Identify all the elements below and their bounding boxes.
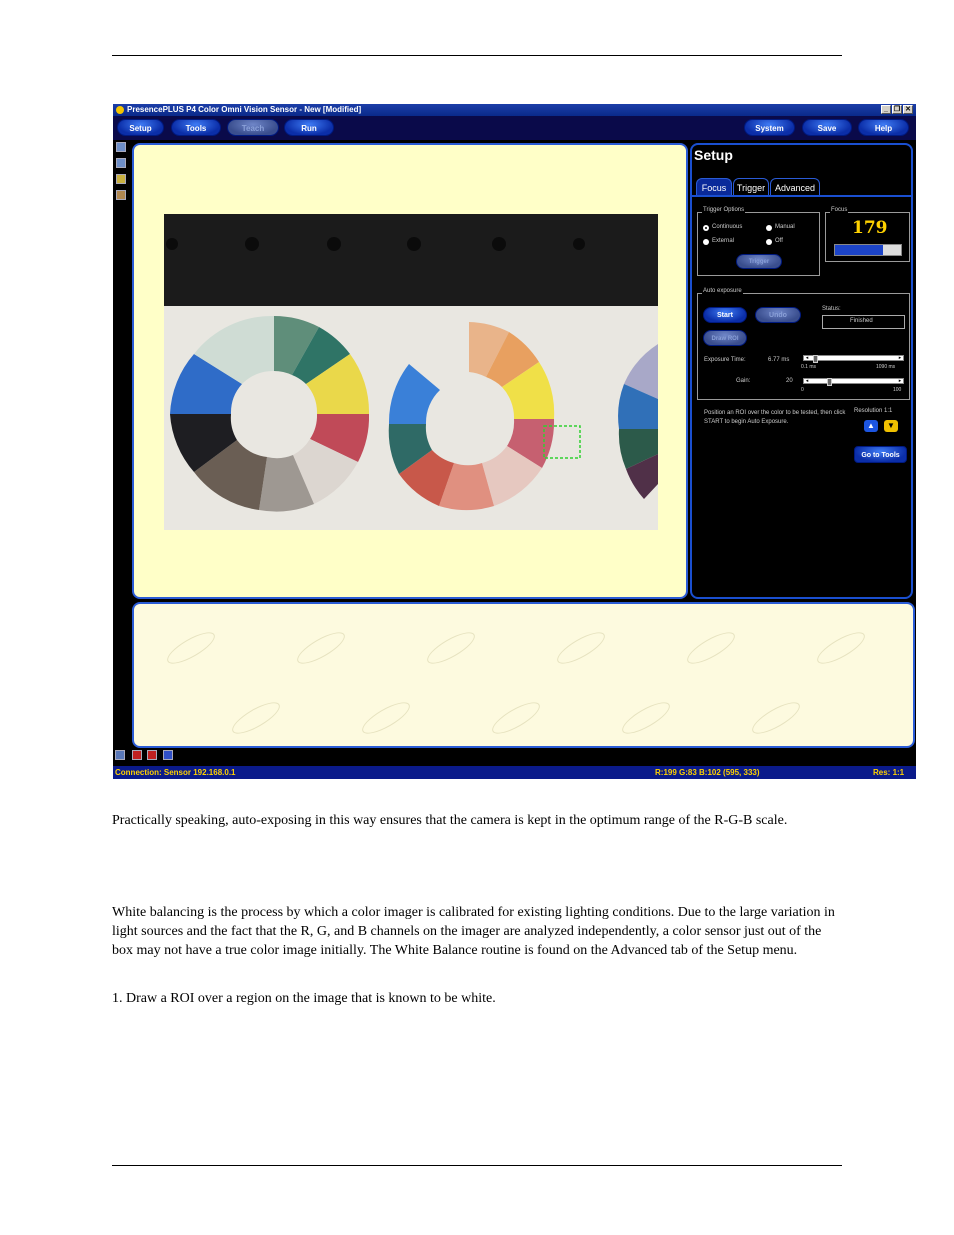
results-panel [132,602,915,748]
watermark-logo [748,696,804,740]
watermark-logo [293,626,349,670]
app-logo-icon [116,106,124,114]
help-button[interactable]: Help [858,119,909,136]
exposure-time-value: 6.77 ms [768,357,790,363]
auto-exposure-label: Auto exposure [702,288,743,294]
palette-icon[interactable] [116,190,126,200]
gain-label: Gain: [736,378,751,384]
instruction-text: Position an ROI over the color to be tes… [704,410,846,425]
bottom-toolbar [115,750,185,762]
paragraph-white-balance: White balancing is the process by which … [112,905,835,958]
gain-thumb[interactable] [826,378,832,386]
trigger-options-group: Trigger Options Continuous Manual Extern… [697,207,820,276]
footer-rule [112,1165,842,1166]
watermark-logo [683,626,739,670]
status-field: Finished [822,315,905,329]
radio-continuous[interactable] [703,225,709,231]
exposure-max: 1090 ms [876,364,896,370]
radio-off[interactable] [766,239,772,245]
watermark-logo [228,696,284,740]
watermark-logo [618,696,674,740]
watermark-logo [358,696,414,740]
exposure-left-arrow[interactable]: ◂ [804,356,810,361]
close-button[interactable]: ✕ [903,105,913,114]
watermark-logo [163,626,219,670]
focus-label: Focus [830,207,849,213]
system-button[interactable]: System [744,119,795,136]
setup-header: Setup [694,147,733,163]
auto-exposure-group: Auto exposure Start Undo Draw ROI Status… [697,288,910,400]
window-title: PresencePLUS P4 Color Omni Vision Sensor… [127,105,362,114]
settings-icon[interactable] [115,750,125,760]
maximize-button[interactable]: ❐ [892,105,902,114]
resolution-down-button[interactable]: ▼ [884,420,898,432]
app-window: PresencePLUS P4 Color Omni Vision Sensor… [113,104,916,779]
gain-value: 20 [786,378,793,384]
zoom-icon[interactable] [116,142,126,152]
continuous-label: Continuous [712,224,743,230]
off-label: Off [775,238,783,244]
focus-value: 179 [852,218,888,238]
status-label: Status: [822,306,841,312]
title-bar: PresencePLUS P4 Color Omni Vision Sensor… [113,104,916,116]
image-panel [132,143,688,599]
watermark-logo [488,696,544,740]
tab-underline [692,195,911,197]
grid-icon[interactable] [116,158,126,168]
resolution-label: Resolution 1:1 [854,408,893,414]
exposure-min: 0.1 ms [801,364,817,370]
exposure-time-label: Exposure Time: [704,357,746,363]
save-button[interactable]: Save [802,119,852,136]
radio-external[interactable] [703,239,709,245]
radio-manual[interactable] [766,225,772,231]
exposure-slider[interactable]: ◂ ▸ [803,355,904,363]
setup-panel: Setup Focus Trigger Advanced Trigger Opt… [690,143,913,599]
step-1: 1. Draw a ROI over a region on the image… [112,991,496,1006]
pixel-readout: R:199 G:83 B:102 (595, 333) [655,768,760,777]
menu-bar: Setup Tools Teach Run System Save Help [113,116,916,140]
tab-focus[interactable]: Focus [696,178,732,196]
exposure-thumb[interactable] [812,355,818,363]
exposure-right-arrow[interactable]: ▸ [897,356,903,361]
tab-advanced[interactable]: Advanced [770,178,820,196]
tab-trigger[interactable]: Trigger [733,178,769,196]
header-rule [112,55,842,56]
gain-slider[interactable]: ◂ ▸ [803,378,904,386]
camera-icon[interactable] [116,174,126,184]
watermark-logo [813,626,869,670]
trigger-options-label: Trigger Options [702,207,746,213]
setup-button[interactable]: Setup [117,119,164,136]
gain-left-arrow[interactable]: ◂ [804,379,810,384]
tools-button[interactable]: Tools [171,119,221,136]
trigger-button[interactable]: Trigger [736,254,782,269]
undo-button[interactable]: Undo [755,307,801,323]
status-bar: Connection: Sensor 192.168.0.1 R:199 G:8… [113,766,916,779]
minimize-button[interactable]: _ [881,105,891,114]
focus-bar-fill [835,245,883,255]
info-icon[interactable] [163,750,173,760]
go-to-tools-button[interactable]: Go to Tools [854,446,907,463]
resolution-up-button[interactable]: ▲ [864,420,878,432]
start-button[interactable]: Start [703,307,747,323]
draw-roi-button[interactable]: Draw ROI [703,330,747,346]
resolution-status: Res: 1:1 [873,768,905,777]
camera-image[interactable] [164,214,658,530]
delete-icon[interactable] [132,750,142,760]
watermark-logo [553,626,609,670]
gain-max: 100 [893,387,902,393]
run-button[interactable]: Run [284,119,334,136]
teach-button[interactable]: Teach [227,119,279,136]
gain-right-arrow[interactable]: ▸ [897,379,903,384]
external-label: External [712,238,735,244]
focus-group: Focus 179 [825,207,910,262]
stop-icon[interactable] [147,750,157,760]
status-value: Finished [850,318,873,324]
paragraph-auto-exposure: Practically speaking, auto-exposing in t… [112,813,788,828]
connection-status: Connection: Sensor 192.168.0.1 [115,768,236,777]
focus-bar [834,244,902,256]
manual-label: Manual [775,224,795,230]
watermark-logo [423,626,479,670]
gain-min: 0 [801,387,804,393]
